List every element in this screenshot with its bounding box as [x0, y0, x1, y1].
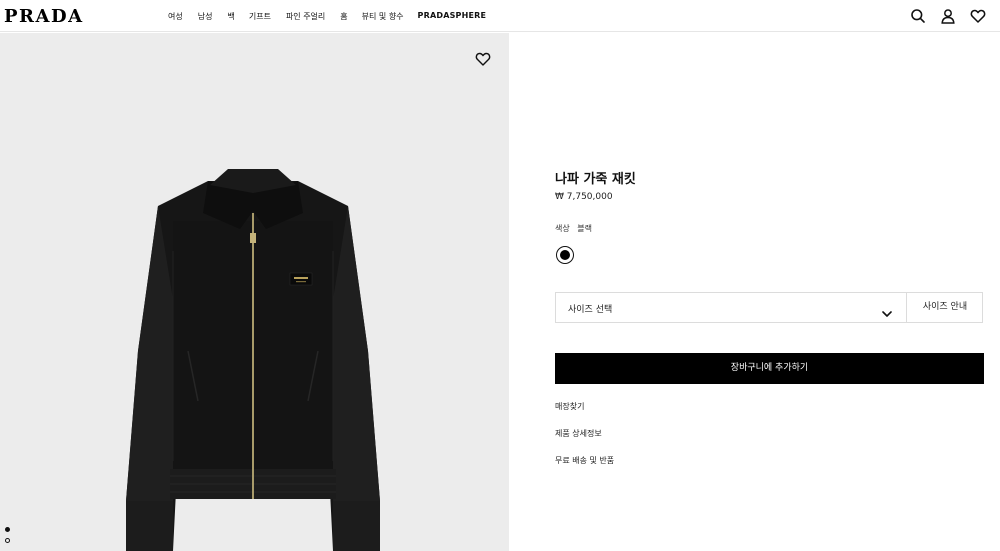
find-store-link[interactable]: 매장찾기	[555, 401, 584, 412]
nav-item-home[interactable]: 홈	[340, 11, 347, 22]
shipping-returns-link[interactable]: 무료 배송 및 반품	[555, 455, 614, 466]
size-selector-row: 사이즈 선택 사이즈 안내	[555, 292, 983, 323]
gallery-dot-2[interactable]	[5, 538, 10, 543]
nav-item-gifts[interactable]: 기프트	[249, 11, 271, 22]
nav-item-beauty[interactable]: 뷰티 및 향수	[362, 11, 404, 22]
nav-item-men[interactable]: 남성	[198, 11, 213, 22]
color-value: 블랙	[577, 224, 593, 233]
gallery-dot-1[interactable]	[5, 527, 10, 532]
product-image-jacket	[126, 169, 380, 551]
gallery-pagination	[5, 527, 10, 543]
product-price: ₩ 7,750,000	[555, 192, 613, 202]
main-nav: 여성 남성 백 기프트 파인 주얼리 홈 뷰티 및 향수 PRADASPHERE	[168, 11, 486, 22]
color-label: 색상	[555, 224, 570, 233]
add-to-cart-button[interactable]: 장바구니에 추가하기	[555, 353, 984, 384]
nav-item-pradasphere[interactable]: PRADASPHERE	[418, 11, 487, 22]
product-image-gallery[interactable]	[0, 33, 509, 551]
color-row: 색상 블랙	[555, 223, 592, 234]
size-select-label: 사이즈 선택	[568, 305, 613, 315]
nav-item-bags[interactable]: 백	[227, 11, 234, 22]
nav-item-women[interactable]: 여성	[168, 11, 183, 22]
product-details-link[interactable]: 제품 상세정보	[555, 428, 602, 439]
color-swatch-black[interactable]	[556, 246, 574, 264]
product-info-panel: 나파 가죽 재킷 ₩ 7,750,000 색상 블랙 사이즈 선택 사이즈 안내…	[555, 0, 985, 551]
chevron-down-icon	[882, 303, 892, 317]
brand-logo[interactable]: PRADA	[4, 6, 84, 27]
nav-item-fine-jewelry[interactable]: 파인 주얼리	[286, 11, 325, 22]
size-select-dropdown[interactable]: 사이즈 선택	[556, 293, 907, 322]
size-guide-button[interactable]: 사이즈 안내	[907, 293, 983, 322]
add-to-wishlist-heart-icon[interactable]	[475, 51, 491, 66]
product-title: 나파 가죽 재킷	[555, 172, 636, 187]
